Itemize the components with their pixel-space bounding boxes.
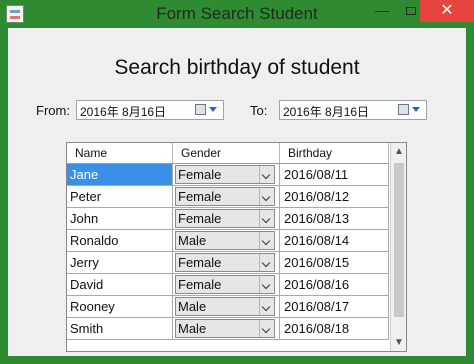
column-header-name[interactable]: Name	[67, 143, 173, 163]
chevron-down-icon	[412, 107, 420, 112]
chevron-down-icon[interactable]	[259, 188, 274, 205]
chevron-down-icon[interactable]	[259, 232, 274, 249]
gender-cell[interactable]: Male	[173, 230, 280, 252]
birthday-cell[interactable]: 2016/08/15	[280, 252, 389, 274]
scrollbar-thumb[interactable]	[394, 163, 404, 317]
gender-combobox[interactable]: Male	[175, 297, 275, 316]
gender-cell[interactable]: Female	[173, 208, 280, 230]
gender-combobox[interactable]: Female	[175, 187, 275, 206]
birthday-cell[interactable]: 2016/08/11	[280, 164, 389, 186]
close-button[interactable]: ✕	[420, 0, 474, 22]
table-row[interactable]: Peter Female 2016/08/12	[67, 186, 389, 208]
chevron-down-icon[interactable]	[259, 276, 274, 293]
gender-value: Female	[178, 211, 222, 226]
birthday-cell[interactable]: 2016/08/12	[280, 186, 389, 208]
from-date-picker[interactable]: 2016年 8月16日	[76, 100, 224, 120]
name-cell[interactable]: Peter	[67, 186, 173, 208]
birthday-cell[interactable]: 2016/08/16	[280, 274, 389, 296]
gender-combobox[interactable]: Female	[175, 165, 275, 184]
table-row[interactable]: Smith Male 2016/08/18	[67, 318, 389, 340]
table-row[interactable]: Jerry Female 2016/08/15	[67, 252, 389, 274]
from-label: From:	[36, 103, 70, 118]
name-cell[interactable]: John	[67, 208, 173, 230]
grid-header: Name Gender Birthday	[67, 143, 389, 164]
gender-combobox[interactable]: Female	[175, 275, 275, 294]
birthday-cell[interactable]: 2016/08/18	[280, 318, 389, 340]
student-grid[interactable]: Name Gender Birthday Jane Female 2016/08/1…	[66, 142, 407, 352]
gender-cell[interactable]: Female	[173, 164, 280, 186]
to-calendar-button[interactable]	[398, 103, 422, 117]
gender-cell[interactable]: Female	[173, 186, 280, 208]
name-cell[interactable]: David	[67, 274, 173, 296]
table-row[interactable]: John Female 2016/08/13	[67, 208, 389, 230]
to-label: To:	[250, 103, 268, 118]
gender-value: Male	[178, 321, 207, 336]
column-header-gender[interactable]: Gender	[173, 143, 280, 163]
calendar-icon	[195, 104, 206, 115]
chevron-down-icon[interactable]	[259, 320, 274, 337]
calendar-icon	[398, 104, 409, 115]
gender-combobox[interactable]: Female	[175, 209, 275, 228]
gender-cell[interactable]: Female	[173, 252, 280, 274]
to-date-picker[interactable]: 2016年 8月16日	[279, 100, 427, 120]
birthday-cell[interactable]: 2016/08/13	[280, 208, 389, 230]
vertical-scrollbar[interactable]: ▲ ▼	[390, 143, 406, 351]
gender-combobox[interactable]: Male	[175, 319, 275, 338]
gender-combobox[interactable]: Male	[175, 231, 275, 250]
chevron-down-icon[interactable]	[259, 166, 274, 183]
name-cell[interactable]: Jerry	[67, 252, 173, 274]
gender-combobox[interactable]: Female	[175, 253, 275, 272]
minimize-button[interactable]: —	[367, 0, 397, 22]
name-cell[interactable]: Smith	[67, 318, 173, 340]
column-header-birthday[interactable]: Birthday	[280, 143, 389, 163]
maximize-icon	[406, 7, 416, 15]
title-bar[interactable]: Form Search Student — ✕	[0, 0, 474, 28]
birthday-cell[interactable]: 2016/08/14	[280, 230, 389, 252]
gender-value: Male	[178, 299, 207, 314]
chevron-down-icon[interactable]	[259, 210, 274, 227]
gender-value: Female	[178, 277, 222, 292]
name-cell[interactable]: Ronaldo	[67, 230, 173, 252]
name-cell[interactable]: Rooney	[67, 296, 173, 318]
chevron-down-icon[interactable]	[259, 254, 274, 271]
table-row[interactable]: David Female 2016/08/16	[67, 274, 389, 296]
gender-cell[interactable]: Male	[173, 318, 280, 340]
scroll-down-button[interactable]: ▼	[391, 334, 406, 351]
gender-value: Female	[178, 167, 222, 182]
to-date-value: 2016年 8月16日	[283, 105, 370, 119]
gender-value: Female	[178, 255, 222, 270]
name-cell[interactable]: Jane	[67, 164, 173, 186]
gender-value: Male	[178, 233, 207, 248]
gender-cell[interactable]: Male	[173, 296, 280, 318]
app-window: Form Search Student — ✕ Search birthday …	[0, 0, 474, 364]
table-row[interactable]: Ronaldo Male 2016/08/14	[67, 230, 389, 252]
birthday-cell[interactable]: 2016/08/17	[280, 296, 389, 318]
chevron-down-icon[interactable]	[259, 298, 274, 315]
from-date-value: 2016年 8月16日	[80, 105, 167, 119]
table-row[interactable]: Jane Female 2016/08/11	[67, 164, 389, 186]
table-row[interactable]: Rooney Male 2016/08/17	[67, 296, 389, 318]
gender-cell[interactable]: Female	[173, 274, 280, 296]
from-calendar-button[interactable]	[195, 103, 219, 117]
scroll-up-button[interactable]: ▲	[391, 143, 406, 160]
chevron-down-icon	[209, 107, 217, 112]
grid-rows: Jane Female 2016/08/11 Peter Female 2016/08/1…	[67, 164, 389, 340]
gender-value: Female	[178, 189, 222, 204]
page-heading: Search birthday of student	[114, 56, 360, 79]
client-area: Search birthday of student From: 2016年 8…	[8, 28, 466, 356]
